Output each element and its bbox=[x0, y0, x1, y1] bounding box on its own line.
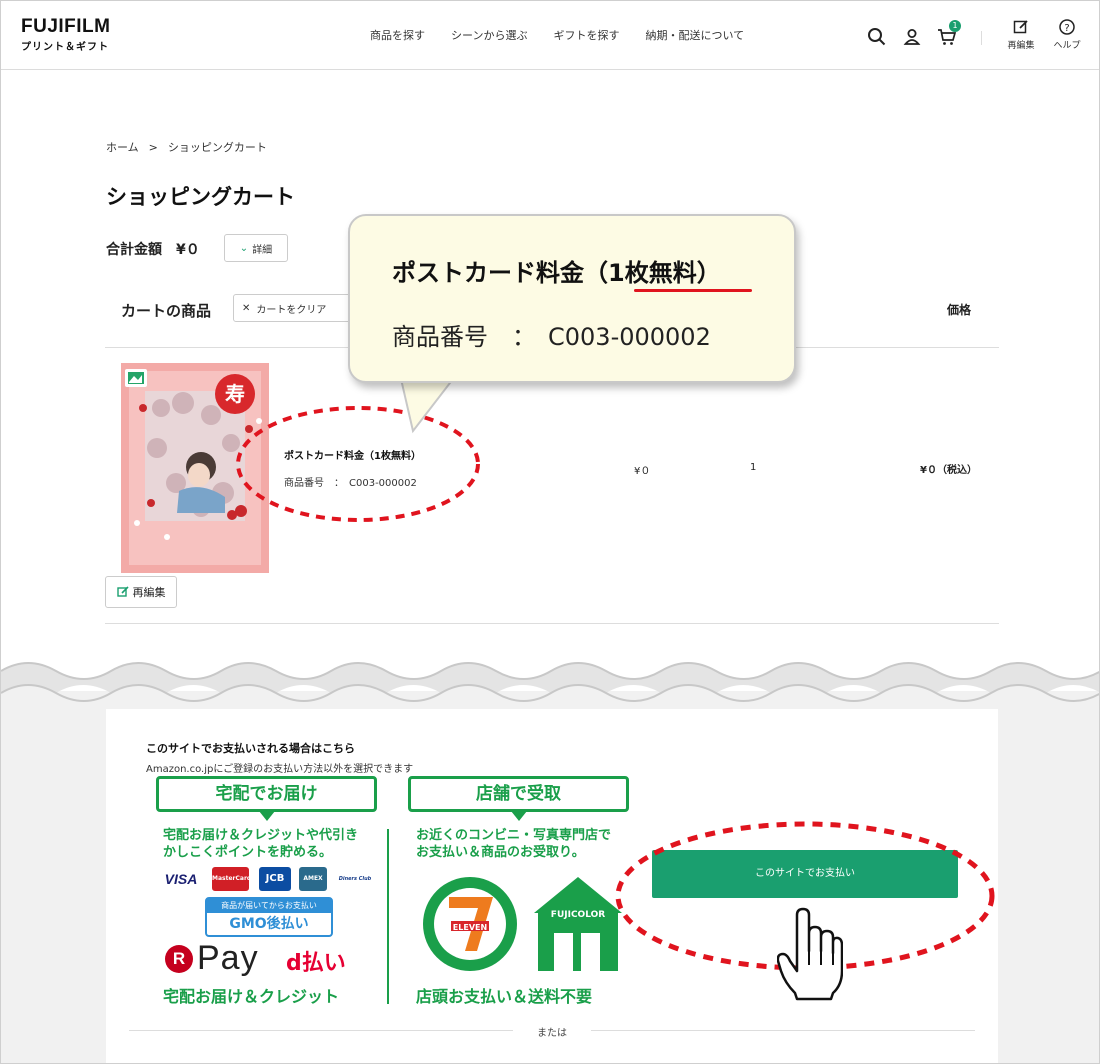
seven-eleven-logo: ELEVEN bbox=[423, 877, 517, 971]
header-reedit-label: 再編集 bbox=[1007, 41, 1035, 51]
store-tag-arrow bbox=[511, 811, 527, 821]
delivery-desc-2: かしこくポイントを貯める。 bbox=[163, 845, 333, 860]
detail-toggle-button[interactable]: ⌄ 詳細 bbox=[224, 234, 288, 262]
product-code: 商品番号 ： C003-000002 bbox=[284, 478, 417, 489]
payment-column-divider bbox=[387, 829, 389, 1004]
logo-main: FUJIFILM bbox=[21, 16, 111, 37]
store-footer: 店頭お支払い＆送料不要 bbox=[416, 987, 593, 1006]
nav-by-scene[interactable]: シーンから選ぶ bbox=[451, 27, 527, 43]
breadcrumb-current: ショッピングカート bbox=[167, 141, 267, 154]
visa-logo: VISA bbox=[161, 867, 201, 891]
nav-find-gifts[interactable]: ギフトを探す bbox=[553, 27, 619, 43]
delivery-tag-arrow bbox=[259, 811, 275, 821]
cart-heading: カートの商品 bbox=[121, 302, 212, 320]
total-value: ¥０ bbox=[176, 242, 200, 258]
pointing-hand-icon bbox=[777, 907, 843, 1001]
payment-subtitle: Amazon.co.jpにご登録のお支払い方法以外を選択できます bbox=[146, 764, 414, 775]
site-header: FUJIFILM プリント＆ギフト 商品を探す シーンから選ぶ ギフトを探す 納… bbox=[1, 1, 1099, 70]
delivery-tag: 宅配でお届け bbox=[156, 776, 377, 812]
rakuten-r-icon: R bbox=[165, 944, 193, 973]
search-icon[interactable] bbox=[867, 27, 887, 47]
product-name: ポストカード料金（1枚無料） bbox=[284, 451, 421, 462]
amex-logo: AMEX bbox=[299, 867, 327, 891]
header-reedit-button[interactable]: 再編集 bbox=[1001, 19, 1041, 51]
callout-product-name: ポストカード料金（1枚無料） bbox=[392, 259, 721, 287]
cart-count-badge: 1 bbox=[949, 20, 961, 32]
d-payment-logo: d払い bbox=[286, 951, 346, 976]
breadcrumb-separator: > bbox=[148, 141, 158, 154]
quantity: 1 bbox=[750, 462, 757, 473]
detail-label: 詳細 bbox=[252, 244, 273, 256]
main-nav: 商品を探す シーンから選ぶ ギフトを探す 納期・配送について bbox=[370, 27, 744, 43]
fujicolor-shop-icon: FUJICOLOR bbox=[534, 877, 622, 971]
mastercard-logo: MasterCard bbox=[212, 867, 251, 891]
rakuten-pay-logo: R Pay bbox=[165, 939, 259, 978]
logo[interactable]: FUJIFILM プリント＆ギフト bbox=[21, 17, 111, 53]
kotobuki-stamp: 寿 bbox=[225, 382, 245, 406]
page-title: ショッピングカート bbox=[106, 185, 295, 209]
subtotal-price: ¥０（税込） bbox=[920, 465, 977, 476]
help-button[interactable]: ? ヘルプ bbox=[1047, 19, 1087, 51]
reedit-button[interactable]: 再編集 bbox=[105, 576, 177, 608]
unit-price: ¥０ bbox=[634, 466, 651, 477]
seven-eleven-label: ELEVEN bbox=[453, 923, 487, 932]
page: FUJIFILM プリント＆ギフト 商品を探す シーンから選ぶ ギフトを探す 納… bbox=[0, 0, 1100, 1064]
rakuten-pay-label: Pay bbox=[197, 939, 259, 977]
account-icon[interactable] bbox=[902, 27, 922, 47]
store-desc-1: お近くのコンビニ・写真専門店で bbox=[416, 828, 612, 843]
reedit-label: 再編集 bbox=[132, 586, 166, 599]
store-desc-2: お支払い＆商品のお受取り。 bbox=[416, 845, 585, 860]
breadcrumb-home[interactable]: ホーム bbox=[106, 141, 139, 154]
wave-separator bbox=[1, 662, 1099, 709]
help-label: ヘルプ bbox=[1053, 41, 1081, 51]
price-column-header: 価格 bbox=[947, 303, 972, 317]
store-tag: 店舗で受取 bbox=[408, 776, 629, 812]
product-thumbnail[interactable]: 寿 bbox=[121, 363, 269, 573]
chevron-down-icon: ⌄ bbox=[239, 242, 249, 254]
payment-title: このサイトでお支払いされる場合はこちら bbox=[146, 742, 355, 755]
delivery-desc-1: 宅配お届け＆クレジットや代引き bbox=[163, 828, 359, 843]
clear-cart-button[interactable]: ✕ カートをクリア bbox=[233, 294, 351, 322]
gmo-main-label: GMO後払い bbox=[229, 916, 309, 932]
help-icon: ? bbox=[1059, 19, 1075, 35]
gmo-deferred-payment: 商品が届いてからお支払い GMO後払い bbox=[205, 897, 333, 937]
total-label: 合計金額 bbox=[106, 242, 162, 258]
gmo-top-label: 商品が届いてからお支払い bbox=[207, 899, 331, 913]
pay-on-site-button[interactable]: このサイトでお支払い bbox=[652, 850, 958, 898]
logo-sub: プリント＆ギフト bbox=[21, 42, 109, 53]
jcb-logo: JCB bbox=[259, 867, 291, 891]
delivery-footer: 宅配お届け＆クレジット bbox=[163, 987, 340, 1006]
or-line-right bbox=[591, 1030, 975, 1031]
or-line-left bbox=[129, 1030, 513, 1031]
nav-delivery-info[interactable]: 納期・配送について bbox=[645, 27, 744, 43]
breadcrumb: ホーム > ショッピングカート bbox=[106, 139, 267, 155]
fujicolor-label: FUJICOLOR bbox=[551, 910, 605, 920]
diners-club-logo: Diners Club bbox=[337, 867, 373, 891]
close-icon: ✕ bbox=[242, 302, 251, 314]
nav-find-products[interactable]: 商品を探す bbox=[370, 27, 425, 43]
total-amount: 合計金額 ¥０ bbox=[106, 239, 200, 259]
or-label: または bbox=[537, 1028, 567, 1039]
edit-icon bbox=[116, 586, 129, 597]
cart-row-divider bbox=[105, 623, 999, 624]
cart-icon[interactable]: 1 bbox=[937, 20, 961, 47]
header-divider bbox=[981, 31, 982, 45]
callout-product-code: 商品番号 ： C003-000002 bbox=[392, 323, 711, 351]
edit-icon bbox=[1013, 20, 1028, 34]
callout-underline bbox=[634, 289, 752, 292]
callout-bubble: ポストカード料金（1枚無料） 商品番号 ： C003-000002 bbox=[348, 214, 796, 383]
svg-text:?: ? bbox=[1064, 23, 1069, 34]
clear-cart-label: カートをクリア bbox=[256, 304, 327, 316]
